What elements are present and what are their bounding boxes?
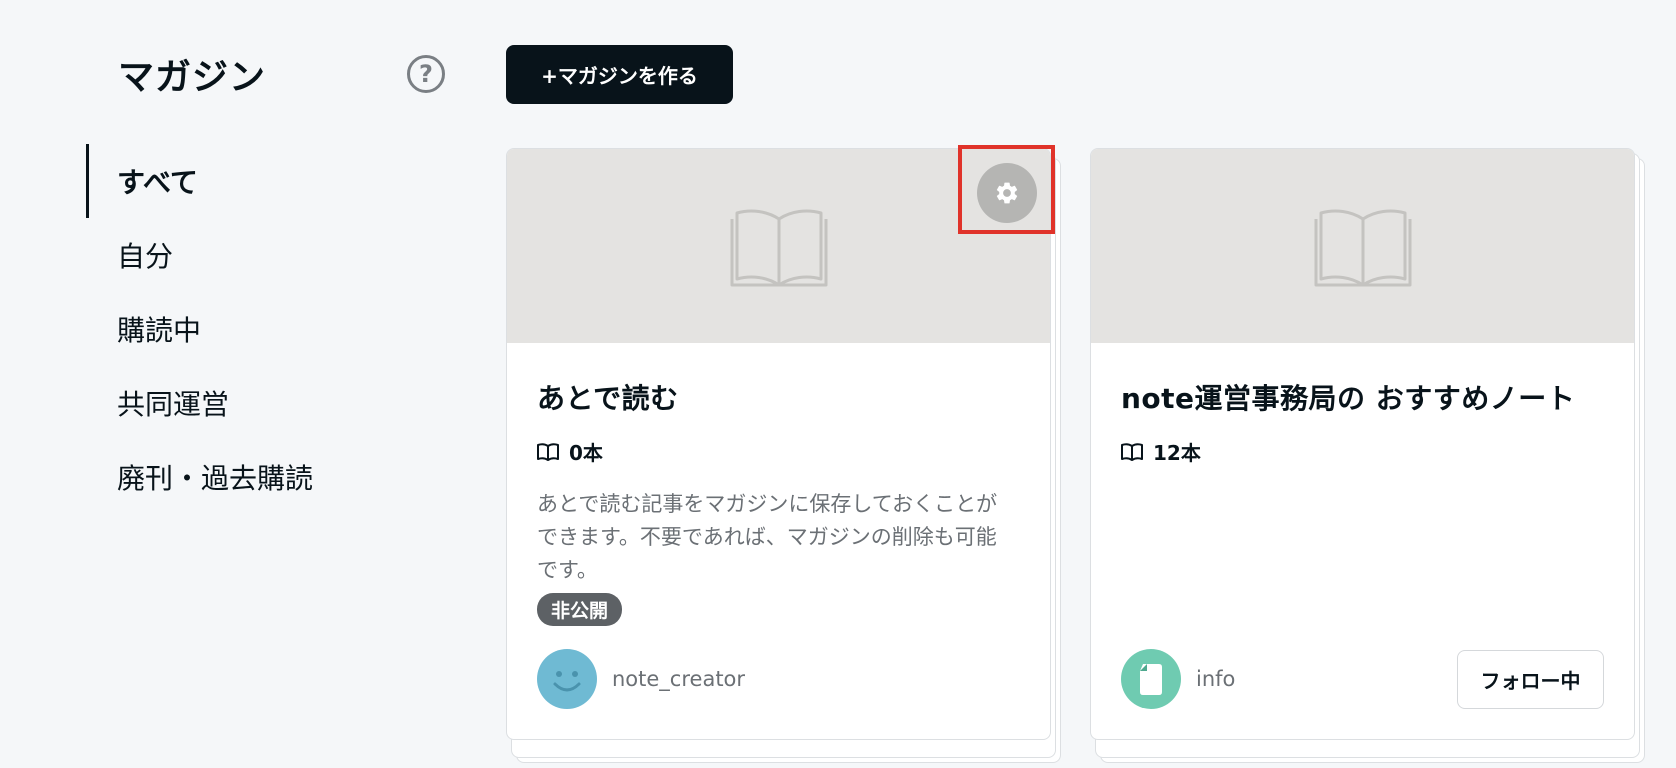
open-book-icon [1314, 209, 1411, 287]
magazine-card-stack: note運営事務局の おすすめノート 12本 info フォロー中 [1090, 148, 1645, 763]
sidebar-item-mine[interactable]: 自分 [86, 218, 313, 292]
creator-name[interactable]: note_creator [612, 667, 745, 691]
avatar[interactable] [537, 649, 597, 709]
sidebar-item-all[interactable]: すべて [86, 144, 313, 218]
article-count-value: 12本 [1153, 441, 1201, 465]
following-button[interactable]: フォロー中 [1457, 649, 1604, 709]
sidebar-item-co-managed[interactable]: 共同運営 [86, 366, 313, 440]
sidebar-nav: すべて 自分 購読中 共同運営 廃刊・過去購読 [86, 144, 313, 514]
page-title: マガジン [118, 57, 267, 98]
smiley-avatar-icon [553, 671, 581, 692]
magazine-card[interactable]: note運営事務局の おすすめノート 12本 info フォロー中 [1090, 148, 1635, 740]
private-badge: 非公開 [537, 593, 623, 626]
magazine-cover [1091, 149, 1634, 343]
document-avatar-icon [1140, 664, 1162, 695]
magazine-title: note運営事務局の おすすめノート [1121, 382, 1576, 415]
magazine-card-stack: あとで読む 0本 あとで読む記事をマガジンに保存しておくことができます。不要であ… [506, 148, 1061, 763]
sidebar-item-discontinued[interactable]: 廃刊・過去購読 [86, 440, 313, 514]
highlight-annotation-box [958, 145, 1055, 234]
book-icon [1121, 442, 1143, 461]
creator-name[interactable]: info [1196, 667, 1235, 691]
create-magazine-button[interactable]: +マガジンを作る [506, 45, 733, 104]
article-count: 12本 [1121, 437, 1604, 466]
sidebar-item-subscribed[interactable]: 購読中 [86, 292, 313, 366]
open-book-icon [730, 209, 827, 287]
magazine-description: あとで読む記事をマガジンに保存しておくことができます。不要であれば、マガジンの削… [537, 492, 998, 582]
card-footer: note_creator [537, 649, 1020, 709]
card-footer: info フォロー中 [1121, 649, 1604, 709]
article-count-value: 0本 [569, 441, 603, 465]
book-icon [537, 442, 559, 461]
article-count: 0本 [537, 437, 1020, 466]
avatar[interactable] [1121, 649, 1181, 709]
magazine-card[interactable]: あとで読む 0本 あとで読む記事をマガジンに保存しておくことができます。不要であ… [506, 148, 1051, 740]
magazine-title: あとで読む [537, 382, 679, 415]
question-circle-icon[interactable]: ? [407, 55, 445, 93]
